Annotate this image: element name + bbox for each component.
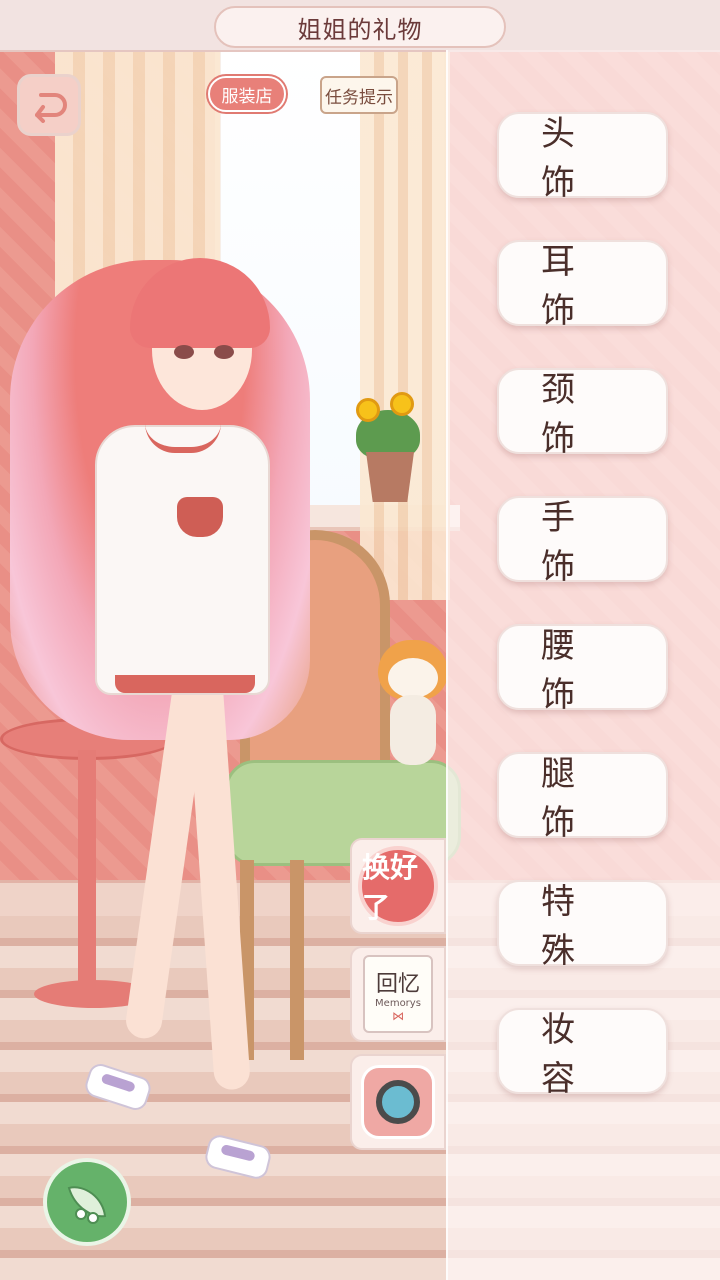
- category-headwear[interactable]: 头饰: [497, 112, 668, 203]
- category-necklace[interactable]: 颈饰: [497, 368, 668, 459]
- category-label: 头饰: [541, 114, 617, 203]
- category-label: 特殊: [541, 882, 617, 971]
- done-button[interactable]: 换好了: [350, 838, 446, 934]
- sandal-strap: [220, 1143, 256, 1162]
- cat-print: [177, 497, 223, 537]
- sandal: [202, 1132, 274, 1182]
- task-hint-button[interactable]: 任务提示: [320, 76, 398, 114]
- memory-button[interactable]: 回忆 Memorys ⋈: [350, 946, 446, 1042]
- category-label: 耳饰: [541, 242, 617, 331]
- category-label: 妆容: [541, 1010, 617, 1099]
- tshirt-collar: [145, 423, 221, 453]
- category-label: 腰饰: [541, 626, 617, 715]
- task-hint-label: 任务提示: [325, 87, 393, 108]
- done-label: 换好了: [362, 851, 419, 924]
- title-banner: 姐姐的礼物: [214, 6, 506, 48]
- page-title: 姐姐的礼物: [297, 15, 423, 44]
- clothing-shop-label: 服装店: [221, 86, 273, 107]
- category-special[interactable]: 特殊: [497, 880, 668, 971]
- back-button[interactable]: [17, 74, 81, 136]
- category-leg[interactable]: 腿饰: [497, 752, 668, 843]
- memory-subtitle: Memorys: [375, 997, 421, 1009]
- category-hand[interactable]: 手饰: [497, 496, 668, 587]
- category-label: 腿饰: [541, 754, 617, 843]
- character-tshirt: [95, 425, 270, 695]
- pea-button[interactable]: [43, 1158, 131, 1246]
- bow-icon: ⋈: [392, 1008, 404, 1023]
- sandal-strap: [100, 1072, 136, 1093]
- category-earrings[interactable]: 耳饰: [497, 240, 668, 331]
- category-makeup[interactable]: 妆容: [497, 1008, 668, 1099]
- done-badge: 换好了: [358, 846, 438, 926]
- character-eye: [174, 345, 194, 359]
- pea-pod-icon: [67, 1186, 107, 1224]
- category-label: 颈饰: [541, 370, 617, 459]
- memory-title: 回忆: [375, 971, 420, 997]
- camera-button[interactable]: [350, 1054, 446, 1150]
- tshirt-hem: [115, 675, 255, 693]
- back-arrow-icon: [35, 93, 67, 123]
- memory-card: 回忆 Memorys ⋈: [363, 955, 433, 1033]
- category-waist[interactable]: 腰饰: [497, 624, 668, 715]
- camera-lens: [376, 1080, 420, 1124]
- character-eye: [214, 345, 234, 359]
- camera-icon: [361, 1065, 435, 1139]
- clothing-shop-button[interactable]: 服装店: [208, 76, 286, 112]
- category-label: 手饰: [541, 498, 617, 587]
- sandal: [82, 1060, 154, 1114]
